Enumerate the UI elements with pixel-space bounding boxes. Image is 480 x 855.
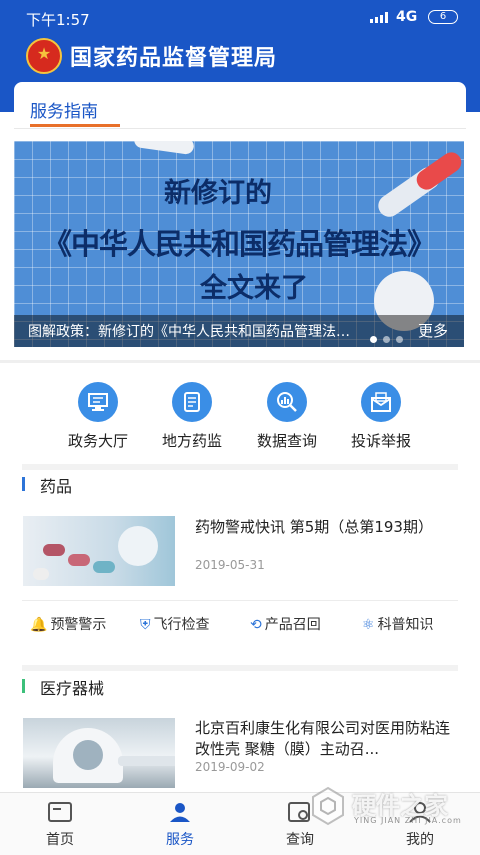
- envelope-icon: [361, 382, 401, 422]
- tag-flight-inspection[interactable]: ⛨ 飞行检查: [140, 614, 210, 634]
- nav-label: 服务: [166, 832, 194, 848]
- tag-product-recall[interactable]: ⟲ 产品召回: [250, 614, 321, 634]
- section-marker: [22, 679, 25, 693]
- atom-icon: ⚛: [362, 617, 375, 633]
- banner-headline-3: 全文来了: [200, 273, 308, 304]
- recall-icon: ⟲: [250, 617, 262, 633]
- news-title[interactable]: 药物警戒快讯 第5期（总第193期）: [195, 517, 457, 538]
- quick-entry-government-hall[interactable]: 政务大厅: [53, 382, 143, 451]
- section-marker: [22, 477, 25, 491]
- nav-service[interactable]: 服务: [140, 801, 220, 849]
- quick-entry-label: 政务大厅: [67, 432, 128, 450]
- list-divider: [22, 600, 458, 601]
- computer-icon: [78, 382, 118, 422]
- shield-icon: ⛨: [140, 617, 151, 633]
- tab-active-indicator: [30, 124, 120, 127]
- bell-icon: 🔔: [30, 617, 48, 633]
- signal-icon: [370, 11, 392, 23]
- quick-entry-data-query[interactable]: 数据查询: [242, 382, 332, 451]
- banner-caption-bar: 图解政策：新修订的《中华人民共和国药品管理法》（四） 更多: [14, 315, 464, 347]
- status-bar: 下午1:57 4G 6: [0, 0, 480, 34]
- section-divider: [22, 665, 458, 671]
- tag-warning[interactable]: 🔔 预警警示: [30, 614, 106, 634]
- hexagon-logo-icon: [312, 786, 344, 826]
- nav-label: 我的: [406, 832, 434, 848]
- nav-label: 首页: [46, 832, 74, 848]
- section-divider: [22, 464, 458, 470]
- battery-icon: 6: [428, 10, 458, 24]
- status-time: 下午1:57: [26, 11, 90, 29]
- tab-service-guide[interactable]: 服务指南: [30, 97, 98, 122]
- nav-label: 查询: [286, 832, 314, 848]
- nav-home[interactable]: 首页: [20, 801, 100, 849]
- quick-entry-local-regulator[interactable]: 地方药监: [147, 382, 237, 451]
- quick-entry-label: 投诉举报: [350, 432, 411, 450]
- document-list-icon: [172, 382, 212, 422]
- battery-level: 6: [439, 11, 447, 22]
- watermark: 硬件之家 YING JIAN ZHI JIA.com: [310, 782, 480, 832]
- quick-entry-label: 数据查询: [256, 432, 317, 450]
- banner-caption[interactable]: 图解政策：新修订的《中华人民共和国药品管理法》（四）: [28, 321, 358, 341]
- banner-headline-2: 《中华人民共和国药品管理法》: [42, 227, 436, 261]
- more-link[interactable]: 更多: [418, 320, 448, 341]
- news-thumbnail[interactable]: [23, 516, 175, 586]
- service-icon: [167, 801, 193, 823]
- section-separator: [0, 360, 480, 363]
- carousel-dots: [370, 328, 409, 347]
- quick-entry-complaint[interactable]: 投诉举报: [336, 382, 426, 451]
- news-date: 2019-09-02: [195, 760, 265, 774]
- drug-tags-row: 🔔 预警警示 ⛨ 飞行检查 ⟲ 产品召回 ⚛ 科普知识: [0, 614, 480, 638]
- tag-science-knowledge[interactable]: ⚛ 科普知识: [362, 614, 434, 634]
- news-title[interactable]: 北京百利康生化有限公司对医用防粘连改性壳 聚糖（膜）主动召...: [195, 718, 457, 760]
- news-thumbnail[interactable]: [23, 718, 175, 788]
- section-title-drugs: 药品: [40, 477, 73, 496]
- network-type: 4G: [396, 9, 418, 25]
- app-title: 国家药品监督管理局: [70, 46, 278, 71]
- watermark-subtext: YING JIAN ZHI JIA.com: [354, 816, 462, 825]
- search-chart-icon: [267, 382, 307, 422]
- national-emblem-logo: [26, 38, 62, 74]
- tab-divider: [14, 128, 466, 129]
- banner-headline-1: 新修订的: [164, 178, 272, 209]
- quick-entry-label: 地方药监: [161, 432, 222, 450]
- section-title-devices: 医疗器械: [40, 679, 105, 698]
- banner-carousel[interactable]: 新修订的 《中华人民共和国药品管理法》 全文来了 图解政策：新修订的《中华人民共…: [14, 141, 464, 347]
- home-icon: [47, 801, 73, 823]
- news-date: 2019-05-31: [195, 558, 265, 572]
